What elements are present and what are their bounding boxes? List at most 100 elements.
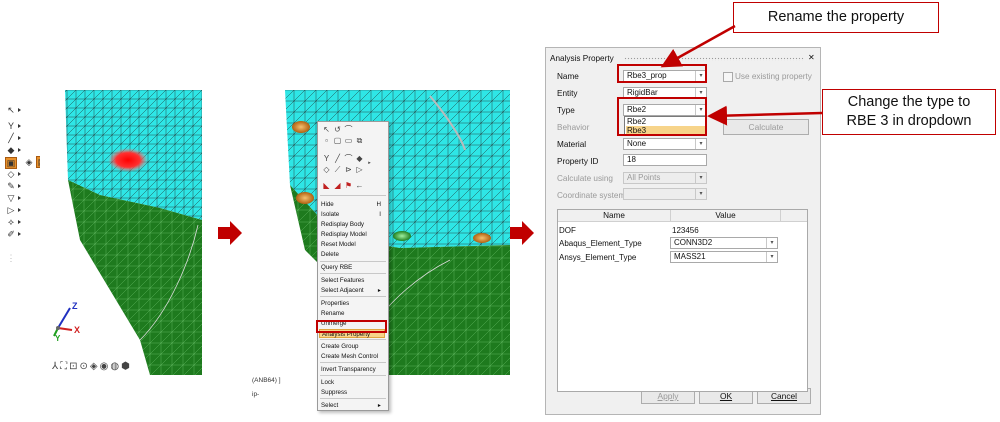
chevron-down-icon[interactable]: ▾ xyxy=(695,173,706,183)
grid-icon[interactable]: ⋮ xyxy=(6,253,16,263)
rbe-red3-icon[interactable]: ⚑ xyxy=(344,181,353,190)
context-menu: ↖ ↺ ⌒ ▫ ▢ ▭ ⧉ Y ╱ ⌒ ◆ ▸ ◇ ⟋ ⊳ ▷ ◣ ◢ ⚑ ← … xyxy=(317,121,389,411)
curve-icon[interactable]: ⌒ xyxy=(344,154,353,163)
calculate-button[interactable]: Calculate xyxy=(723,119,809,135)
menu-item-invert-transparency[interactable]: Invert Transparency xyxy=(321,365,385,375)
chevron-down-icon[interactable]: ▾ xyxy=(695,189,706,199)
back-arrow-icon[interactable]: ← xyxy=(355,181,364,190)
menu-item-suppress[interactable]: Suppress xyxy=(321,388,385,398)
axis-z-label: Z xyxy=(72,301,78,311)
chevron-down-icon[interactable]: ▾ xyxy=(695,139,706,149)
rename-highlight-box xyxy=(316,320,387,333)
type-label: Type xyxy=(557,106,575,115)
table-row-name: DOF xyxy=(559,226,576,235)
chevron-down-icon[interactable]: ▾ xyxy=(766,238,777,248)
menu-item-select[interactable]: Select ▸ xyxy=(321,401,385,411)
menu-item-reset-model[interactable]: Reset Model xyxy=(321,240,385,250)
rbe-red-icon[interactable]: ◣ xyxy=(322,181,331,190)
status-line-2: ip- xyxy=(252,391,260,398)
property-table: Name Value DOF 123456 Abaqus_Element_Typ… xyxy=(557,209,808,392)
menu-item-delete[interactable]: Delete xyxy=(321,250,385,260)
hide-icon[interactable]: ◍ xyxy=(110,361,121,372)
tag-icon[interactable]: ▽ xyxy=(6,193,16,203)
menu-item-select-adjacent[interactable]: Select Adjacent ▸ xyxy=(321,286,385,296)
menu-item-isolate[interactable]: Isolate I xyxy=(321,210,385,220)
chevron-down-icon[interactable]: ▾ xyxy=(766,252,777,262)
menu-shortcut: I xyxy=(379,211,381,218)
joint-icon[interactable]: ⟡ xyxy=(6,217,16,227)
copy-icon[interactable]: ⧉ xyxy=(355,136,364,145)
abaqus-element-type-select[interactable]: CONN3D2 ▾ xyxy=(670,237,778,249)
calculate-using-select[interactable]: All Points ▾ xyxy=(623,172,707,184)
wand-icon[interactable]: ✐ xyxy=(6,229,16,239)
menu-item-label: Delete xyxy=(321,251,339,258)
property-id-field[interactable]: 18 xyxy=(623,154,707,166)
zoom-box-icon[interactable]: ⊡ xyxy=(69,361,79,372)
box-select-icon[interactable]: ▫ xyxy=(322,136,331,145)
menu-item-label: Reset Model xyxy=(321,241,356,248)
split-icon[interactable]: Y xyxy=(322,154,331,163)
lasso-icon[interactable]: ↺ xyxy=(333,125,342,134)
menu-item-query-rbe[interactable]: Query RBE xyxy=(321,263,385,273)
use-existing-checkbox[interactable] xyxy=(723,72,733,82)
solid-arrow-icon: ▸ xyxy=(368,160,371,166)
menu-item-create-mesh-control[interactable]: Create Mesh Control xyxy=(321,352,385,362)
axis-y-label: Y xyxy=(55,334,61,343)
play-icon[interactable]: ▷ xyxy=(6,205,16,215)
menu-item-create-group[interactable]: Create Group xyxy=(321,342,385,352)
eye-icon[interactable]: ◉ xyxy=(100,361,111,372)
menu-item-label: Isolate xyxy=(321,211,340,218)
dialog-grip[interactable] xyxy=(624,57,804,61)
solid-icon[interactable]: ◆ xyxy=(355,154,364,163)
select-arrow-icon[interactable]: ↖ xyxy=(6,105,16,115)
material-select[interactable]: None ▾ xyxy=(623,138,707,150)
line-icon[interactable]: ╱ xyxy=(6,133,16,143)
cube-icon[interactable]: ◇ xyxy=(6,169,16,179)
name-label: Name xyxy=(557,72,579,81)
menu-item-properties[interactable]: Properties xyxy=(321,299,385,309)
zoom-icon[interactable]: ⊙ xyxy=(80,361,90,372)
rbe-submenu-icon[interactable]: ◈ xyxy=(24,157,34,167)
cube-view-icon[interactable]: ◈ xyxy=(90,361,100,372)
menu-item-redisplay-body[interactable]: Redisplay Body xyxy=(321,220,385,230)
menu-item-lock[interactable]: Lock xyxy=(321,378,385,388)
left-toolbar: ↖ Y ╱ ◆ ▣ ◈ ▤ ◇ ✎ ▽ ▷ ⟡ ✐ ⋮ xyxy=(0,95,48,270)
table-row-name: Abaqus_Element_Type xyxy=(559,239,642,248)
menu-item-redisplay-model[interactable]: Redisplay Model xyxy=(321,230,385,240)
window-icon[interactable]: ▢ xyxy=(333,136,342,145)
line-icon[interactable]: ╱ xyxy=(333,154,342,163)
rbe-tool-icon[interactable]: ▣ xyxy=(5,157,17,169)
use-existing-label: Use existing property xyxy=(735,72,812,81)
flag-icon[interactable]: ▷ xyxy=(355,165,364,174)
view-toolbar: ⅄⛶⊡⊙◈◉◍⬢ xyxy=(52,361,182,373)
freehand-icon[interactable]: ⌒ xyxy=(344,125,353,134)
ansys-element-type-select[interactable]: MASS21 ▾ xyxy=(670,251,778,263)
surface-icon[interactable]: ◆ xyxy=(6,145,16,155)
menu-item-label: Suppress xyxy=(321,389,348,396)
pen-icon[interactable]: ✎ xyxy=(6,181,16,191)
axis-x-label: X xyxy=(74,325,81,335)
submenu-arrow-icon: ▸ xyxy=(377,402,381,409)
menu-item-label: Create Mesh Control xyxy=(321,353,379,360)
fit-icon[interactable]: ⛶ xyxy=(60,361,69,372)
select-arrow-icon[interactable]: ↖ xyxy=(322,125,331,134)
table-row-value[interactable]: 123456 xyxy=(672,226,699,236)
menu-item-hide[interactable]: Hide H xyxy=(321,200,385,210)
y-split-icon[interactable]: Y xyxy=(6,121,16,131)
close-icon[interactable]: ✕ xyxy=(808,53,815,63)
menu-item-select-features[interactable]: Select Features xyxy=(321,276,385,286)
window-alt-icon[interactable]: ▭ xyxy=(344,136,353,145)
rbe-red2-icon[interactable]: ◢ xyxy=(333,181,342,190)
dialog-title: Analysis Property xyxy=(550,54,614,63)
coordinate-system-select[interactable]: ▾ xyxy=(623,188,707,200)
edge-icon[interactable]: ⟋ xyxy=(333,165,342,174)
menu-item-rename[interactable]: Rename xyxy=(321,309,385,319)
tag-icon[interactable]: ⊳ xyxy=(344,165,353,174)
calculate-using-label: Calculate using xyxy=(557,174,613,183)
coordinate-system-label: Coordinate system xyxy=(557,191,626,200)
shade-icon[interactable]: ⬢ xyxy=(121,361,132,372)
property-id-label: Property ID xyxy=(557,157,599,166)
axes-view-icon[interactable]: ⅄ xyxy=(52,361,60,372)
face-icon[interactable]: ◇ xyxy=(322,165,331,174)
menu-item-label: Select Features xyxy=(321,277,365,284)
